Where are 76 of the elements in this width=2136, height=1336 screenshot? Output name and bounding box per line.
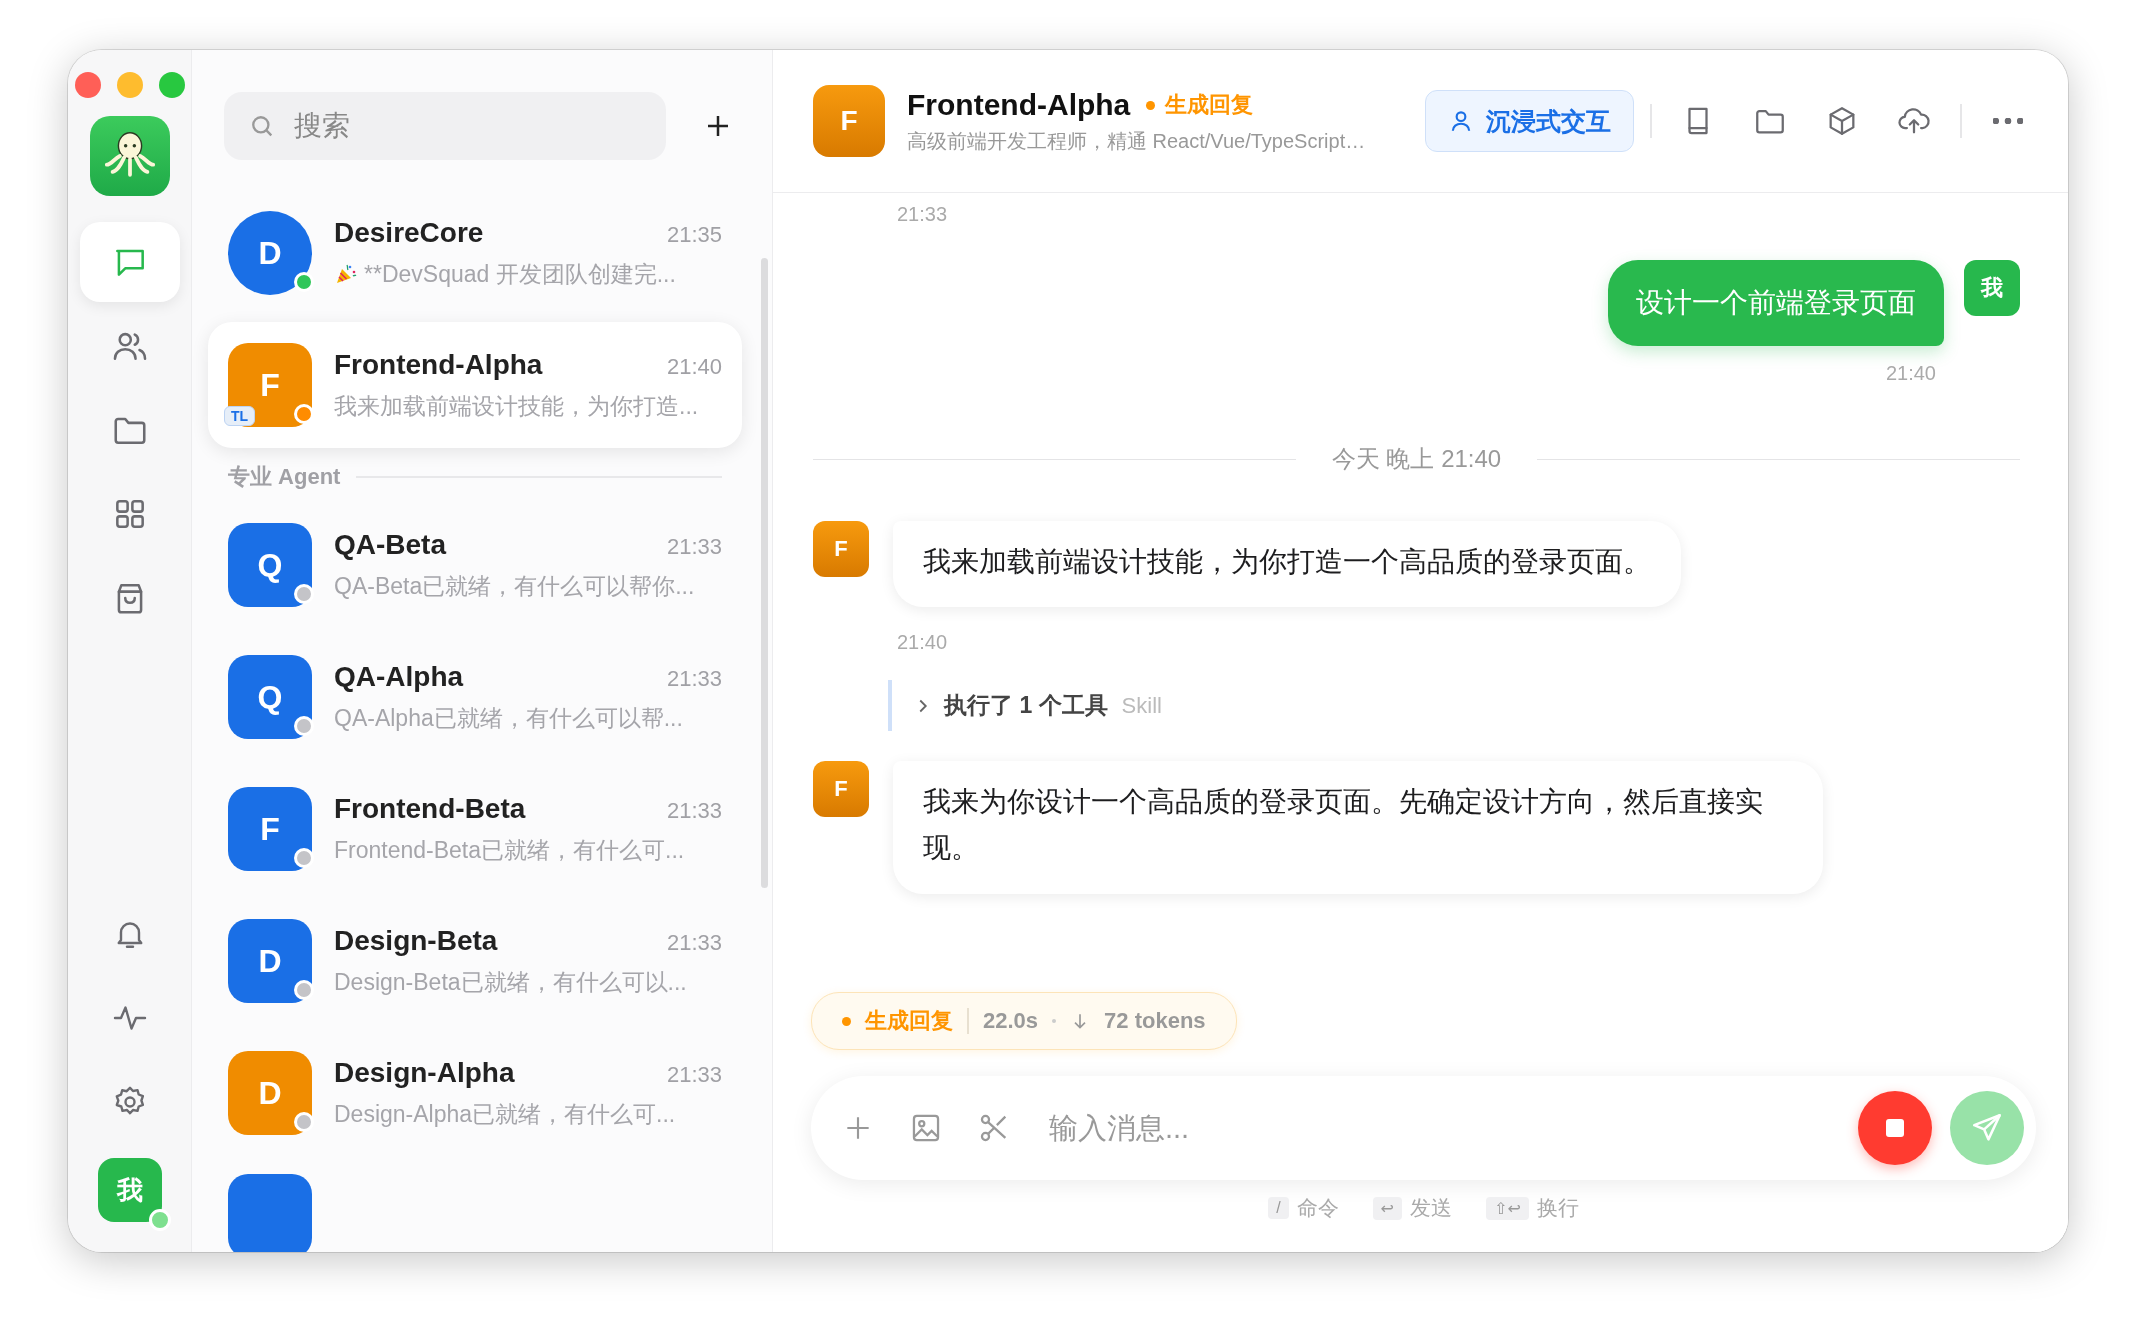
party-popper-icon bbox=[334, 262, 358, 286]
agent-avatar: Q bbox=[228, 655, 312, 739]
stop-icon bbox=[1886, 1119, 1904, 1137]
chat-time: 21:33 bbox=[666, 665, 722, 692]
role-badge: TL bbox=[224, 406, 256, 426]
tool-tag: Skill bbox=[1121, 692, 1162, 719]
chat-name: Design-Beta bbox=[334, 924, 498, 957]
close-button[interactable] bbox=[74, 72, 101, 98]
keyboard-key: ⇧↩ bbox=[1486, 1196, 1529, 1220]
chat-list-item[interactable]: D DesireCore 21:35 **DevSquad 开发团队创建完... bbox=[208, 190, 742, 316]
agent-description: 高级前端开发工程师，精通 React/Vue/TypeScript… bbox=[907, 129, 1367, 154]
message-preview: Design-Alpha已就绪，有什么可... bbox=[334, 1099, 676, 1129]
message-input[interactable]: 输入消息... bbox=[1047, 1110, 1840, 1146]
user-avatar: 我 bbox=[1964, 260, 2020, 316]
message-preview: QA-Alpha已就绪，有什么可以帮... bbox=[334, 703, 683, 733]
message-preview: **DevSquad 开发团队创建完... bbox=[364, 259, 676, 289]
dot-separator bbox=[1052, 1019, 1057, 1023]
agent-avatar: D bbox=[228, 211, 312, 295]
chat-list-item[interactable]: F Frontend-Beta 21:33 Frontend-Beta已就绪，有什么可... bbox=[208, 766, 742, 892]
section-label: 专业 Agent bbox=[228, 463, 341, 491]
message-preview: Design-Beta已就绪，有什么可以... bbox=[334, 967, 687, 997]
chat-list-item[interactable]: Q QA-Beta 21:33 QA-Beta已就绪，有什么可以帮你... bbox=[208, 502, 742, 628]
chat-time: 21:35 bbox=[666, 221, 722, 248]
scrollbar[interactable] bbox=[761, 258, 768, 888]
shortcut-label: 发送 bbox=[1410, 1195, 1452, 1221]
chat-time: 21:33 bbox=[666, 929, 722, 956]
chat-name: QA-Beta bbox=[334, 528, 446, 561]
chat-nav-button[interactable] bbox=[79, 222, 180, 302]
status-dot bbox=[842, 1016, 851, 1026]
search-field[interactable]: 搜索 bbox=[224, 92, 666, 160]
date-divider: 今天 晚上 21:40 bbox=[1331, 444, 1502, 474]
octopus-logo-icon bbox=[89, 116, 170, 196]
chat-name: Frontend-Beta bbox=[334, 792, 526, 825]
chat-time: 21:33 bbox=[666, 797, 722, 824]
shortcut-label: 换行 bbox=[1536, 1195, 1579, 1221]
immersive-mode-button[interactable]: 沉浸式交互 bbox=[1425, 90, 1634, 152]
token-count: 72 tokens bbox=[1104, 1008, 1206, 1034]
message-preview: QA-Beta已就绪，有什么可以帮你... bbox=[334, 571, 695, 601]
agent-avatar: D bbox=[228, 1051, 312, 1135]
agent-avatar: Q bbox=[228, 523, 312, 607]
chat-name: DesireCore bbox=[334, 216, 484, 249]
agent-status: 生成回复 bbox=[1165, 91, 1254, 119]
chat-time: 21:40 bbox=[666, 353, 722, 380]
message-preview: Frontend-Beta已就绪，有什么可... bbox=[334, 835, 685, 865]
chat-name: Design-Alpha bbox=[334, 1056, 515, 1089]
agent-name: Frontend-Alpha bbox=[907, 88, 1131, 122]
more-icon bbox=[1993, 118, 2023, 124]
chat-list-item[interactable]: F TL Frontend-Alpha 21:40 我来加载前端设计技能，为你打造... bbox=[208, 322, 742, 448]
message-time: 21:40 bbox=[897, 631, 948, 654]
keyboard-key: / bbox=[1268, 1197, 1289, 1219]
chat-name: Frontend-Alpha bbox=[334, 348, 543, 381]
message-time: 21:33 bbox=[897, 203, 948, 225]
agent-avatar: F bbox=[813, 521, 869, 577]
chat-time: 21:33 bbox=[666, 533, 722, 560]
agent-message: 我来加载前端设计技能，为你打造一个高品质的登录页面。 bbox=[893, 521, 1681, 608]
elapsed-time: 22.0s bbox=[983, 1008, 1039, 1034]
agent-message: 我来为你设计一个高品质的登录页面。先确定设计方向，然后直接实现。 bbox=[893, 761, 1823, 894]
shortcut-label: 命令 bbox=[1296, 1195, 1339, 1221]
keyboard-key: ↩ bbox=[1372, 1196, 1402, 1220]
agent-avatar: D bbox=[228, 919, 312, 1003]
status-dot bbox=[1146, 100, 1156, 110]
chat-time: 21:33 bbox=[666, 1061, 722, 1088]
stop-button[interactable] bbox=[1858, 1091, 1932, 1165]
chat-list-item[interactable]: D Design-Beta 21:33 Design-Beta已就绪，有什么可以... bbox=[208, 898, 742, 1024]
chat-name: QA-Alpha bbox=[334, 660, 464, 693]
zoom-button[interactable] bbox=[158, 72, 185, 98]
user-message: 设计一个前端登录页面 bbox=[1608, 260, 1944, 346]
agent-avatar: F bbox=[813, 761, 869, 818]
status-label: 生成回复 bbox=[865, 1007, 953, 1035]
agent-avatar: F bbox=[228, 787, 312, 871]
message-time: 21:40 bbox=[1885, 362, 1936, 384]
chat-list-item[interactable]: D Design-Alpha 21:33 Design-Alpha已就绪，有什么可... bbox=[208, 1030, 742, 1156]
chat-list-item[interactable]: Q QA-Alpha 21:33 QA-Alpha已就绪，有什么可以帮... bbox=[208, 634, 742, 760]
agent-avatar: F bbox=[813, 85, 885, 157]
tool-call-toggle[interactable]: 执行了 1 个工具 bbox=[912, 690, 1108, 722]
message-preview: 我来加载前端设计技能，为你打造... bbox=[334, 391, 699, 421]
